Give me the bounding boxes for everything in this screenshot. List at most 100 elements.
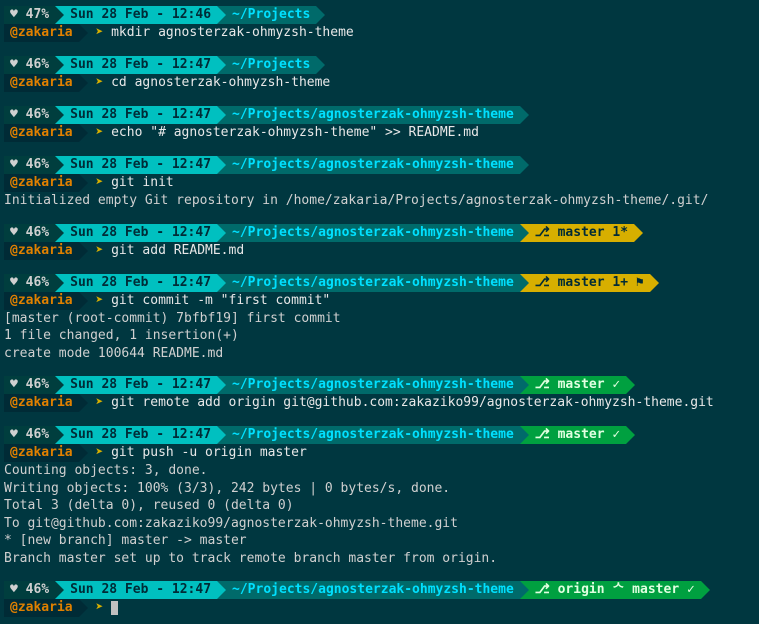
path-segment: ~/Projects/agnosterzak-ohmyzsh-theme (226, 224, 520, 242)
prompt-block: ♥ 46%Sun 28 Feb - 12:47~/Projects@zakari… (4, 56, 755, 92)
command-text[interactable]: git remote add origin git@github.com:zak… (111, 395, 714, 410)
segment-arrow-icon (217, 426, 226, 444)
prompt-block: ♥ 46%Sun 28 Feb - 12:47~/Projects/agnost… (4, 426, 755, 567)
datetime-segment: Sun 28 Feb - 12:47 (64, 274, 217, 292)
path-segment: ~/Projects/agnosterzak-ohmyzsh-theme (226, 156, 520, 174)
segment-arrow-icon (79, 24, 88, 42)
segment-arrow-icon (217, 376, 226, 394)
output-line: To git@github.com:zakaziko99/agnosterzak… (4, 515, 755, 533)
command-text[interactable]: git add README.md (111, 243, 244, 258)
segment-arrow-icon (520, 426, 529, 444)
git-segment: ⎇ master ✓ (529, 376, 626, 394)
command-line[interactable]: @zakaria ➤ cd agnosterzak-ohmyzsh-theme (4, 74, 755, 92)
segment-arrow-icon (217, 56, 226, 74)
battery-value: 46% (18, 225, 49, 240)
battery-value: 46% (18, 377, 49, 392)
prompt-caret-icon: ➤ (88, 25, 111, 40)
command-line[interactable]: @zakaria ➤ (4, 599, 755, 617)
heart-icon: ♥ (10, 427, 18, 442)
git-branch-icon: ⎇ (535, 225, 558, 240)
segment-arrow-icon (79, 74, 88, 92)
segment-arrow-icon (316, 6, 325, 24)
output-line: 1 file changed, 1 insertion(+) (4, 327, 755, 345)
output-line: create mode 100644 README.md (4, 345, 755, 363)
user-segment: @zakaria (4, 394, 79, 412)
command-line[interactable]: @zakaria ➤ echo "# agnosterzak-ohmyzsh-t… (4, 124, 755, 142)
user-segment: @zakaria (4, 444, 79, 462)
git-branch-icon: ⎇ (535, 377, 558, 392)
segment-arrow-icon (520, 224, 529, 242)
segment-arrow-icon (55, 376, 64, 394)
command-text[interactable]: mkdir agnosterzak-ohmyzsh-theme (111, 25, 354, 40)
prompt-caret-icon: ➤ (88, 75, 111, 90)
segment-arrow-icon (55, 56, 64, 74)
command-text[interactable]: git init (111, 175, 174, 190)
heart-icon: ♥ (10, 225, 18, 240)
segment-arrow-icon (55, 156, 64, 174)
segment-arrow-icon (79, 599, 88, 617)
segment-arrow-icon (316, 56, 325, 74)
prompt-caret-icon: ➤ (88, 445, 111, 460)
prompt-status-line: ♥ 46%Sun 28 Feb - 12:47~/Projects/agnost… (4, 274, 755, 292)
git-label: master ✓ (558, 377, 621, 392)
user-segment: @zakaria (4, 124, 79, 142)
path-segment: ~/Projects (226, 56, 316, 74)
prompt-block: ♥ 46%Sun 28 Feb - 12:47~/Projects/agnost… (4, 581, 755, 617)
segment-arrow-icon (626, 376, 635, 394)
prompt-status-line: ♥ 46%Sun 28 Feb - 12:47~/Projects/agnost… (4, 376, 755, 394)
prompt-caret-icon: ➤ (88, 125, 111, 140)
datetime-segment: Sun 28 Feb - 12:47 (64, 376, 217, 394)
battery-segment: ♥ 47% (4, 6, 55, 24)
user-segment: @zakaria (4, 599, 79, 617)
segment-arrow-icon (520, 376, 529, 394)
output-line: Total 3 (delta 0), reused 0 (delta 0) (4, 497, 755, 515)
command-line[interactable]: @zakaria ➤ git add README.md (4, 242, 755, 260)
prompt-status-line: ♥ 46%Sun 28 Feb - 12:47~/Projects/agnost… (4, 426, 755, 444)
segment-arrow-icon (55, 224, 64, 242)
command-text[interactable]: git commit -m "first commit" (111, 293, 330, 308)
battery-segment: ♥ 46% (4, 426, 55, 444)
prompt-caret-icon: ➤ (88, 395, 111, 410)
terminal[interactable]: ♥ 47%Sun 28 Feb - 12:46~/Projects@zakari… (4, 6, 755, 617)
output-line: Branch master set up to track remote bra… (4, 550, 755, 568)
command-text[interactable]: echo "# agnosterzak-ohmyzsh-theme" >> RE… (111, 125, 479, 140)
segment-arrow-icon (79, 394, 88, 412)
segment-arrow-icon (55, 581, 64, 599)
battery-segment: ♥ 46% (4, 156, 55, 174)
prompt-status-line: ♥ 46%Sun 28 Feb - 12:47~/Projects (4, 56, 755, 74)
prompt-status-line: ♥ 47%Sun 28 Feb - 12:46~/Projects (4, 6, 755, 24)
segment-arrow-icon (55, 274, 64, 292)
segment-arrow-icon (626, 426, 635, 444)
heart-icon: ♥ (10, 57, 18, 72)
command-text[interactable]: git push -u origin master (111, 445, 307, 460)
battery-value: 46% (18, 57, 49, 72)
segment-arrow-icon (217, 156, 226, 174)
path-segment: ~/Projects/agnosterzak-ohmyzsh-theme (226, 581, 520, 599)
command-line[interactable]: @zakaria ➤ git init (4, 174, 755, 192)
command-line[interactable]: @zakaria ➤ git remote add origin git@git… (4, 394, 755, 412)
heart-icon: ♥ (10, 107, 18, 122)
git-segment: ⎇ master 1+ ⚑ (529, 274, 650, 292)
command-line[interactable]: @zakaria ➤ git commit -m "first commit" (4, 292, 755, 310)
git-branch-icon: ⎇ (535, 427, 558, 442)
user-segment: @zakaria (4, 242, 79, 260)
command-line[interactable]: @zakaria ➤ git push -u origin master (4, 444, 755, 462)
user-segment: @zakaria (4, 74, 79, 92)
segment-arrow-icon (217, 6, 226, 24)
output-line: Initialized empty Git repository in /hom… (4, 192, 755, 210)
prompt-block: ♥ 47%Sun 28 Feb - 12:46~/Projects@zakari… (4, 6, 755, 42)
command-text[interactable]: cd agnosterzak-ohmyzsh-theme (111, 75, 330, 90)
user-segment: @zakaria (4, 24, 79, 42)
segment-arrow-icon (520, 156, 529, 174)
segment-arrow-icon (79, 292, 88, 310)
heart-icon: ♥ (10, 7, 18, 22)
segment-arrow-icon (520, 274, 529, 292)
segment-arrow-icon (55, 426, 64, 444)
segment-arrow-icon (79, 444, 88, 462)
segment-arrow-icon (217, 106, 226, 124)
prompt-block: ♥ 46%Sun 28 Feb - 12:47~/Projects/agnost… (4, 224, 755, 260)
battery-segment: ♥ 46% (4, 224, 55, 242)
prompt-caret-icon: ➤ (88, 243, 111, 258)
command-line[interactable]: @zakaria ➤ mkdir agnosterzak-ohmyzsh-the… (4, 24, 755, 42)
prompt-status-line: ♥ 46%Sun 28 Feb - 12:47~/Projects/agnost… (4, 224, 755, 242)
